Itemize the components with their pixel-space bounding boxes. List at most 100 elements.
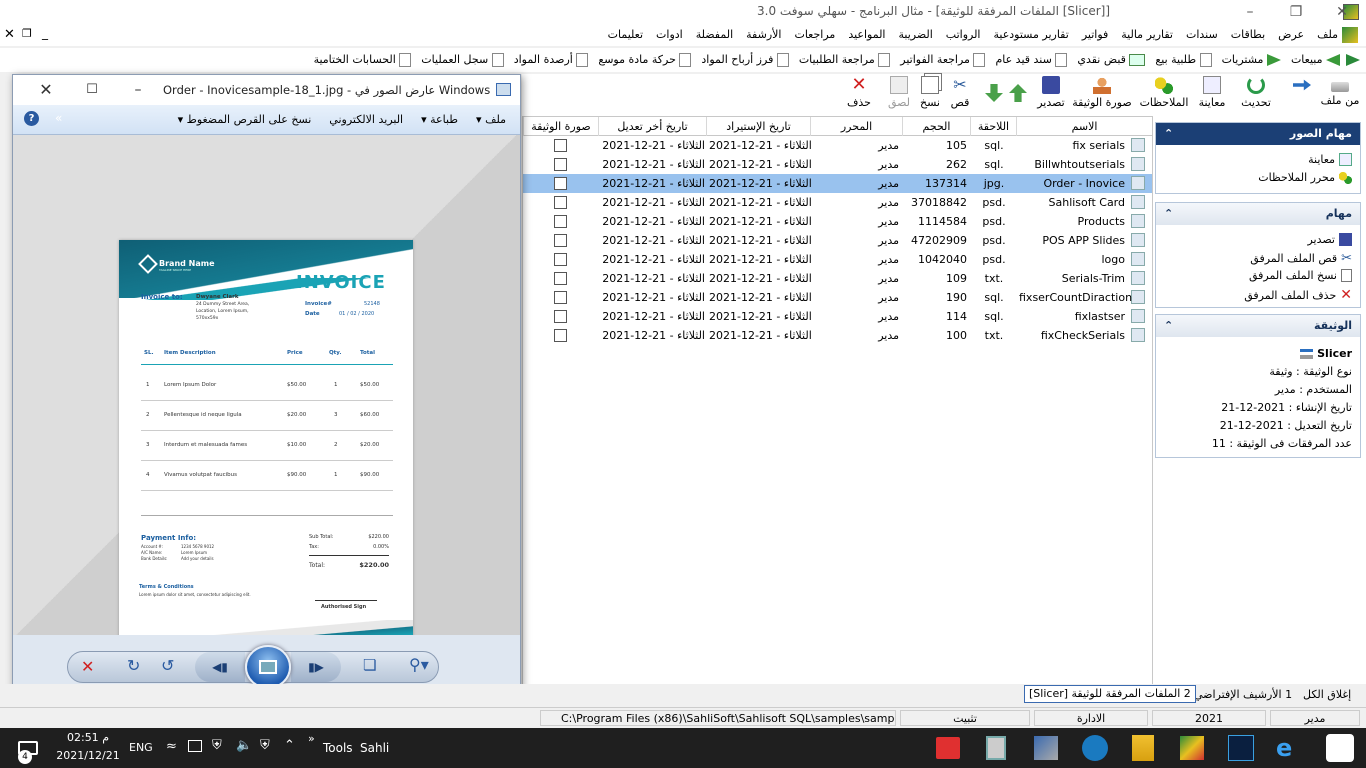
overflow-chevron-icon[interactable]: « <box>55 111 62 125</box>
table-row[interactable]: fixlastser sql. 114 مدير 2021-12-21 - الثلاث… <box>523 307 1152 326</box>
doc-image-checkbox[interactable] <box>554 215 567 228</box>
viewer-close-button[interactable]: ✕ <box>23 79 69 101</box>
clock-date[interactable]: 2021/12/21 <box>56 749 120 762</box>
menu-cards[interactable]: بطاقات <box>1231 28 1265 41</box>
previous-button[interactable]: ◀▮ <box>195 652 245 682</box>
menu-vouchers[interactable]: سندات <box>1186 28 1218 41</box>
menu-tax[interactable]: الضريبة <box>898 28 932 41</box>
close-button[interactable]: ✕ <box>1319 0 1365 24</box>
task-cut[interactable]: ✂ قص الملف المرفق <box>1250 251 1352 266</box>
task-delete[interactable]: ✕ حذف الملف المرفق <box>1244 287 1352 303</box>
mdi-close-icon[interactable]: ✕ <box>4 27 15 42</box>
taskbar-ie-icon[interactable]: e <box>1276 734 1292 762</box>
tab-default-archive[interactable]: 1 الأرشيف الإفتراضي <box>1194 688 1292 701</box>
paste-button[interactable]: لصق <box>886 76 912 109</box>
table-row[interactable]: fixserCountDiraction sql. 190 مدير 2021-12-2… <box>523 288 1152 307</box>
viewer-menu-print[interactable]: طباعة ▾ <box>421 113 458 126</box>
task-export[interactable]: تصدير <box>1307 233 1352 246</box>
app-menu-icon[interactable] <box>1342 27 1358 43</box>
quick-final-accounts[interactable]: الحسابات الختامية <box>314 53 412 67</box>
doc-image-checkbox[interactable] <box>554 253 567 266</box>
from-file-button[interactable]: من ملف <box>1318 76 1362 107</box>
col-modified[interactable]: تاريخ أخر تعديل <box>598 117 706 136</box>
collapse-icon[interactable]: ⌃ <box>1164 315 1173 337</box>
viewer-menu-email[interactable]: البريد الالكتروني <box>329 113 403 126</box>
table-row[interactable]: Billwhtoutserials sql. 262 مدير 2021-12-21 -… <box>523 155 1152 174</box>
move-up-button[interactable] <box>1008 76 1028 104</box>
quick-review-invoices[interactable]: مراجعة الفواتير <box>900 53 986 67</box>
collapse-icon[interactable]: ⌃ <box>1164 123 1173 145</box>
import-button[interactable] <box>1290 76 1314 96</box>
mdi-restore-icon[interactable]: ❐ <box>22 27 32 40</box>
show-hidden-icons[interactable]: ⌃ <box>284 738 295 753</box>
quick-item-movement[interactable]: حركة مادة موسع <box>598 53 692 67</box>
quick-cash-receipt[interactable]: قبض نقدي <box>1077 53 1146 67</box>
col-size[interactable]: الحجم <box>902 117 970 136</box>
doc-image-checkbox[interactable] <box>554 196 567 209</box>
zoom-icon[interactable]: ⚲▾ <box>409 655 429 674</box>
rotate-ccw-icon[interactable]: ↺ <box>161 656 174 675</box>
col-imported[interactable]: تاريخ الإستيراد <box>706 117 810 136</box>
toolbar-chevron-icon[interactable]: » <box>308 732 315 745</box>
volume-icon[interactable]: 🔈 <box>236 738 252 753</box>
quick-operations-log[interactable]: سجل العمليات <box>421 53 504 67</box>
slideshow-button[interactable] <box>245 645 291 689</box>
image-task-preview[interactable]: معاينة <box>1308 153 1352 166</box>
menu-financial-reports[interactable]: تقارير مالية <box>1121 28 1173 41</box>
viewer-menu-file[interactable]: ملف ▾ <box>476 113 506 126</box>
taskbar-explorer-icon[interactable] <box>1326 734 1354 762</box>
actual-size-icon[interactable]: ❏ <box>363 656 376 674</box>
taskbar-calculator-icon[interactable] <box>986 736 1006 760</box>
col-doc-image[interactable]: صورة الوثيقة <box>523 117 598 136</box>
menu-appointments[interactable]: المواعيد <box>848 28 885 41</box>
table-row[interactable]: Serials-Trim txt. 109 مدير 2021-12-21 - الثل… <box>523 269 1152 288</box>
input-language[interactable]: ENG <box>129 741 153 754</box>
help-icon[interactable]: ? <box>24 111 39 126</box>
quick-review-orders[interactable]: مراجعة الطلبيات <box>799 53 891 67</box>
doc-image-checkbox[interactable] <box>554 234 567 247</box>
clock-time[interactable]: 02:51 م <box>56 731 120 744</box>
cut-button[interactable]: ✂ قص <box>948 76 972 110</box>
col-editor[interactable]: المحرر <box>810 117 902 136</box>
move-down-button[interactable] <box>984 76 1004 104</box>
viewer-menu-burn[interactable]: نسخ على القرص المضغوط ▾ <box>178 113 312 126</box>
close-all-tabs[interactable]: إغلاق الكل <box>1303 688 1351 701</box>
delete-button[interactable]: ✕ حذف <box>846 76 872 110</box>
defender-icon[interactable]: ⛨ <box>260 738 270 753</box>
menu-invoices[interactable]: فواتير <box>1082 28 1108 41</box>
doc-image-checkbox[interactable] <box>554 310 567 323</box>
battery-icon[interactable] <box>188 740 202 752</box>
table-row[interactable]: fix serials sql. 105 مدير 2021-12-21 - الثلا… <box>523 136 1152 155</box>
table-row[interactable]: Order - Inovice jpg. 137314 مدير 2021-12-21 … <box>523 174 1152 193</box>
quick-item-balances[interactable]: أرصدة المواد <box>514 53 589 67</box>
tasks-header[interactable]: مهام ⌃ <box>1156 203 1360 225</box>
toolbar-sahli[interactable]: Sahli <box>360 741 389 755</box>
minimize-button[interactable]: – <box>1227 0 1273 24</box>
taskbar-photoshop-icon[interactable] <box>1228 735 1254 761</box>
quick-sales[interactable]: مبيعات <box>1291 53 1340 67</box>
table-row[interactable]: fixCheckSerials txt. 100 مدير 2021-12-21 - ا… <box>523 326 1152 345</box>
taskbar-control-panel-icon[interactable] <box>1034 736 1058 760</box>
menu-archive[interactable]: الأرشفة <box>746 28 781 41</box>
table-row[interactable]: logo psd. 1042040 مدير 2021-12-21 - الثلاثاء… <box>523 250 1152 269</box>
rotate-cw-icon[interactable]: ↻ <box>127 656 140 675</box>
task-copy[interactable]: نسخ الملف المرفق <box>1249 269 1352 282</box>
doc-image-checkbox[interactable] <box>554 272 567 285</box>
viewer-image-area[interactable]: Brand Name TAGLINE SPACE HERE INVOICE In… <box>13 135 520 635</box>
quick-purchases[interactable]: مشتريات <box>1222 53 1281 67</box>
table-row[interactable]: Products psd. 1114584 مدير 2021-12-21 - الثل… <box>523 212 1152 231</box>
image-task-notes-editor[interactable]: محرر الملاحظات <box>1258 171 1352 184</box>
next-button[interactable]: ▮▶ <box>291 652 341 682</box>
doc-image-checkbox[interactable] <box>554 139 567 152</box>
quick-journal[interactable]: سند قيد عام <box>995 53 1068 67</box>
menu-warehouse-reports[interactable]: تقارير مستودعية <box>994 28 1069 41</box>
image-tasks-header[interactable]: مهام الصور ⌃ <box>1156 123 1360 145</box>
quick-sales-order[interactable]: طلبية بيع <box>1155 53 1212 67</box>
taskbar-ccleaner-icon[interactable] <box>1082 735 1108 761</box>
doc-image-checkbox[interactable] <box>554 291 567 304</box>
network-icon[interactable]: ≈ <box>166 739 177 754</box>
col-name[interactable]: الاسم <box>1016 117 1152 136</box>
taskbar-files-icon[interactable] <box>1132 735 1154 761</box>
viewer-minimize-button[interactable]: – <box>115 79 161 101</box>
notes-button[interactable]: الملاحظات <box>1138 76 1190 109</box>
